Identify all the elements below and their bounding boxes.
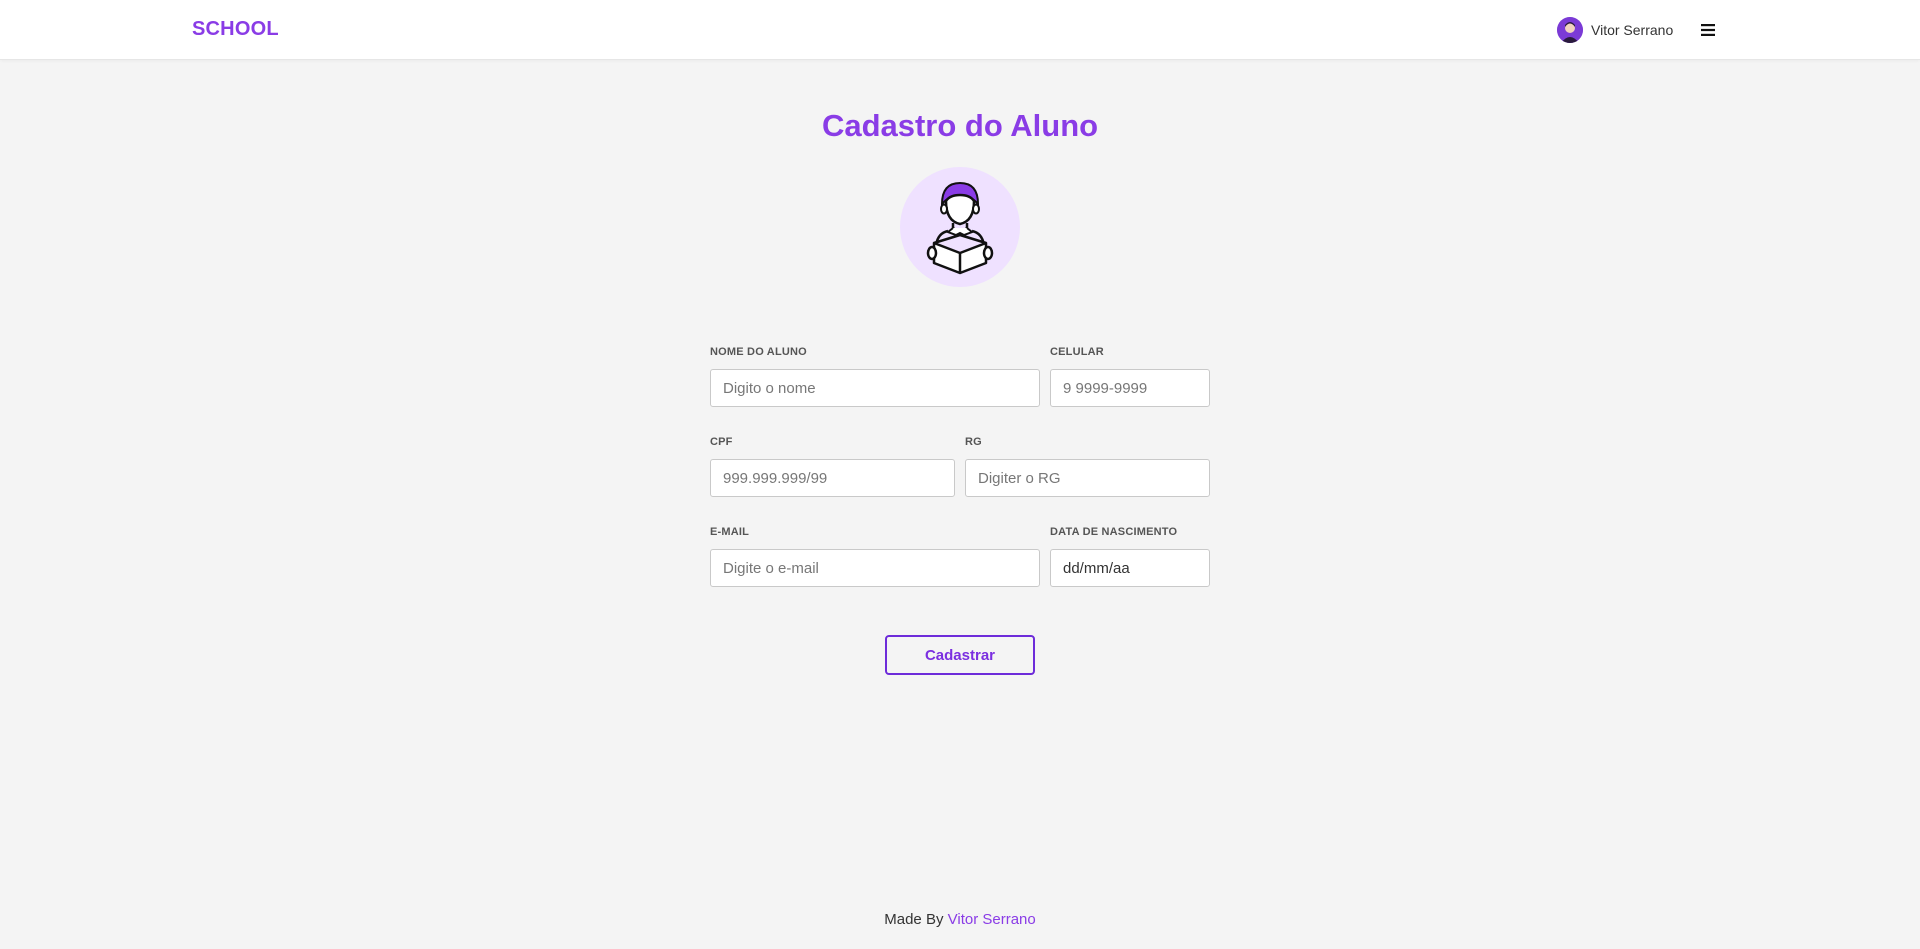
footer-author-link[interactable]: Vitor Serrano <box>948 911 1036 928</box>
user-name: Vitor Serrano <box>1591 22 1674 38</box>
nome-label: NOME DO ALUNO <box>710 346 807 358</box>
celular-label: CELULAR <box>1050 346 1104 358</box>
cpf-label: CPF <box>710 436 733 448</box>
avatar-icon <box>1557 17 1583 43</box>
footer: Made By Vitor Serrano <box>0 911 1920 928</box>
top-navbar: SCHOOL Vitor Serrano <box>0 0 1920 60</box>
nascimento-label: DATA DE NASCIMENTO <box>1050 526 1178 538</box>
nascimento-date-input[interactable] <box>1050 549 1210 587</box>
hamburger-menu-icon[interactable] <box>1697 19 1719 41</box>
student-reading-icon <box>900 167 1020 287</box>
email-label: E-MAIL <box>710 526 750 538</box>
page-title: Cadastro do Aluno <box>821 108 1099 143</box>
cpf-input[interactable] <box>710 459 955 497</box>
celular-input[interactable] <box>1050 369 1210 407</box>
user-menu[interactable]: Vitor Serrano <box>1557 17 1673 43</box>
cadastrar-button[interactable]: Cadastrar <box>885 635 1035 675</box>
nome-input[interactable] <box>710 369 1040 407</box>
rg-input[interactable] <box>965 459 1210 497</box>
footer-prefix: Made By <box>884 911 944 928</box>
rg-label: RG <box>965 436 982 448</box>
email-input[interactable] <box>710 549 1040 587</box>
brand-logo-link[interactable]: SCHOOL <box>192 18 279 41</box>
